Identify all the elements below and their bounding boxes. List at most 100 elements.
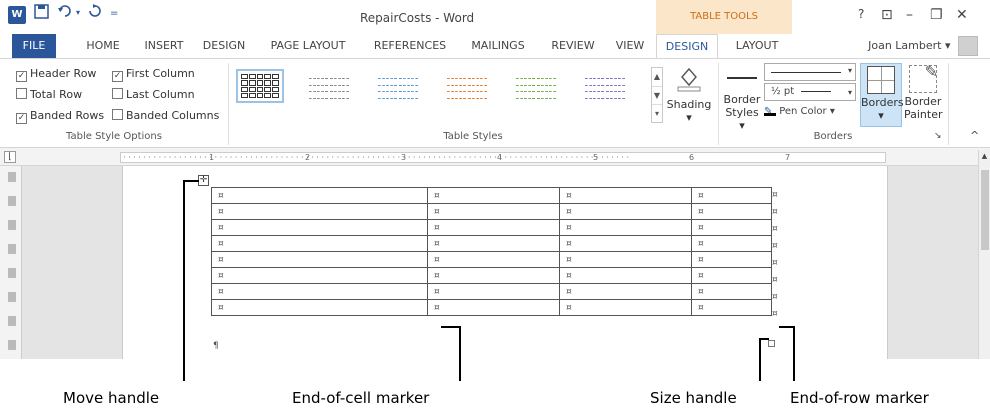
shading-button[interactable]: Shading ▾: [666, 63, 712, 124]
table-style-thumbnail[interactable]: [512, 69, 560, 103]
table-cell[interactable]: ¤: [427, 251, 560, 268]
table-row[interactable]: ¤ ¤ ¤ ¤: [211, 299, 772, 316]
table-cell[interactable]: ¤: [427, 219, 560, 236]
last-column-checkbox[interactable]: Last Column: [112, 88, 195, 101]
table-style-thumbnail[interactable]: [581, 69, 629, 103]
border-painter-button[interactable]: ✎ Border Painter: [904, 62, 943, 121]
table-row[interactable]: ¤ ¤ ¤ ¤: [211, 219, 772, 236]
table-cell[interactable]: ¤: [211, 251, 428, 268]
table-cell[interactable]: ¤: [427, 283, 560, 300]
horizontal-ruler: ⌊ · · · · · · · · · · · · · · · · · · · …: [0, 148, 990, 166]
undo-dropdown-icon[interactable]: ▾: [76, 8, 80, 17]
user-account[interactable]: Joan Lambert ▾: [868, 36, 978, 56]
tab-selector-icon[interactable]: ⌊: [4, 151, 16, 163]
table-cell[interactable]: ¤: [211, 283, 428, 300]
customize-qat-icon[interactable]: =: [110, 8, 118, 19]
tab-view[interactable]: VIEW: [610, 34, 650, 58]
tab-home[interactable]: HOME: [78, 34, 128, 58]
table-style-thumbnail[interactable]: [374, 69, 422, 103]
line-weight-dropdown[interactable]: ½ pt ▾: [764, 83, 856, 101]
table-cell[interactable]: ¤: [559, 187, 692, 204]
scrollbar-thumb[interactable]: [981, 170, 989, 250]
table-style-thumbnail[interactable]: [305, 69, 353, 103]
table-cell[interactable]: ¤: [691, 187, 772, 204]
help-button[interactable]: ?: [858, 7, 864, 21]
save-icon[interactable]: [34, 4, 49, 23]
tab-page-layout[interactable]: PAGE LAYOUT: [262, 34, 354, 58]
ruler-scale[interactable]: · · · · · · · · · · · · · · · · · · · · …: [120, 152, 886, 163]
first-column-checkbox[interactable]: ✓ First Column: [112, 67, 195, 82]
line-style-dropdown[interactable]: ▾: [764, 63, 856, 81]
vertical-scrollbar[interactable]: ▲: [978, 150, 990, 359]
border-styles-button[interactable]: Border Styles ▾: [722, 63, 762, 132]
gallery-more-icon[interactable]: ▾: [652, 104, 662, 122]
banded-rows-checkbox[interactable]: ✓ Banded Rows: [16, 109, 104, 124]
table-cell[interactable]: ¤: [559, 251, 692, 268]
tab-review[interactable]: REVIEW: [544, 34, 602, 58]
table-cell[interactable]: ¤: [211, 203, 428, 220]
table-cell[interactable]: ¤: [691, 235, 772, 252]
tab-table-layout[interactable]: LAYOUT: [726, 34, 788, 58]
gallery-up-icon[interactable]: ▲: [652, 68, 662, 86]
document-table[interactable]: ¤ ¤ ¤ ¤ ¤ ¤ ¤ ¤ ¤ ¤ ¤ ¤ ¤ ¤ ¤ ¤ ¤ ¤ ¤ ¤ ¤ ¤ ¤ ¤ ¤ ¤ ¤ ¤ ¤ ¤ ¤ ¤: [211, 187, 772, 316]
tab-references[interactable]: REFERENCES: [366, 34, 454, 58]
table-cell[interactable]: ¤: [211, 187, 428, 204]
table-cell[interactable]: ¤: [427, 203, 560, 220]
table-cell[interactable]: ¤: [211, 267, 428, 284]
borders-dialog-launcher-icon[interactable]: ↘: [934, 131, 942, 141]
undo-icon[interactable]: [58, 4, 72, 23]
table-cell[interactable]: ¤: [691, 251, 772, 268]
table-cell[interactable]: ¤: [427, 267, 560, 284]
gallery-scroll[interactable]: ▲ ▼ ▾: [651, 67, 663, 123]
tab-file[interactable]: FILE: [12, 34, 56, 58]
minimize-button[interactable]: –: [906, 7, 913, 23]
scroll-up-icon[interactable]: ▲: [979, 150, 990, 162]
table-row[interactable]: ¤ ¤ ¤ ¤: [211, 267, 772, 284]
table-row[interactable]: ¤ ¤ ¤ ¤: [211, 283, 772, 300]
table-cell[interactable]: ¤: [559, 219, 692, 236]
table-row[interactable]: ¤ ¤ ¤ ¤: [211, 187, 772, 204]
table-cell[interactable]: ¤: [427, 187, 560, 204]
table-cell[interactable]: ¤: [691, 299, 772, 316]
collapse-ribbon-icon[interactable]: ^: [970, 129, 979, 142]
table-cell[interactable]: ¤: [211, 219, 428, 236]
vertical-ruler[interactable]: [0, 166, 22, 359]
table-style-thumbnail[interactable]: [236, 69, 284, 103]
table-row[interactable]: ¤ ¤ ¤ ¤: [211, 235, 772, 252]
table-row[interactable]: ¤ ¤ ¤ ¤: [211, 203, 772, 220]
borders-button[interactable]: Borders ▾: [860, 63, 904, 127]
table-size-handle[interactable]: [768, 340, 775, 347]
table-cell[interactable]: ¤: [559, 299, 692, 316]
tab-table-design[interactable]: DESIGN: [656, 34, 718, 59]
tab-mailings[interactable]: MAILINGS: [464, 34, 532, 58]
table-cell[interactable]: ¤: [211, 235, 428, 252]
table-cell[interactable]: ¤: [559, 283, 692, 300]
table-cell[interactable]: ¤: [559, 235, 692, 252]
callout-line-end-of-row-h: [779, 326, 795, 328]
redo-icon[interactable]: [88, 4, 102, 23]
total-row-checkbox[interactable]: Total Row: [16, 88, 82, 101]
header-row-checkbox[interactable]: ✓ Header Row: [16, 67, 96, 82]
restore-button[interactable]: ❐: [930, 7, 943, 23]
table-cell[interactable]: ¤: [559, 267, 692, 284]
callout-line-end-of-cell: [459, 327, 461, 381]
close-button[interactable]: ✕: [956, 7, 968, 23]
table-cell[interactable]: ¤: [427, 235, 560, 252]
tab-design[interactable]: DESIGN: [198, 34, 250, 58]
table-row[interactable]: ¤ ¤ ¤ ¤: [211, 251, 772, 268]
word-app-icon[interactable]: W: [8, 6, 26, 24]
gallery-down-icon[interactable]: ▼: [652, 86, 662, 104]
pen-color-button[interactable]: ✎ Pen Color ▾: [764, 106, 835, 117]
ribbon-display-options-button[interactable]: ⊡: [881, 7, 893, 23]
banded-columns-checkbox[interactable]: Banded Columns: [112, 109, 219, 122]
table-cell[interactable]: ¤: [559, 203, 692, 220]
tab-insert[interactable]: INSERT: [140, 34, 188, 58]
table-cell[interactable]: ¤: [691, 267, 772, 284]
table-cell[interactable]: ¤: [691, 283, 772, 300]
table-move-handle[interactable]: ✛: [198, 175, 209, 186]
table-style-thumbnail[interactable]: [443, 69, 491, 103]
table-cell[interactable]: ¤: [211, 299, 428, 316]
table-cell[interactable]: ¤: [691, 219, 772, 236]
table-cell[interactable]: ¤: [427, 299, 560, 316]
table-cell[interactable]: ¤: [691, 203, 772, 220]
